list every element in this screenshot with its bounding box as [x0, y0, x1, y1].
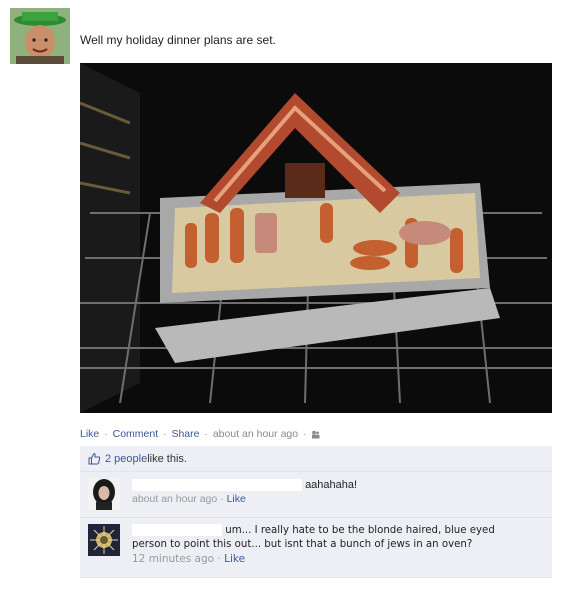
separator: · — [204, 428, 208, 440]
thumbs-up-icon — [88, 452, 101, 465]
comment-meta: about an hour ago · Like — [132, 492, 546, 506]
comment-text: aahahaha! — [305, 479, 358, 491]
poster-avatar[interactable] — [10, 8, 70, 64]
comment-link[interactable]: Comment — [113, 428, 159, 440]
comment-body: um... I really hate to be the blonde hai… — [132, 524, 546, 566]
commenter-avatar[interactable] — [88, 524, 120, 556]
likers-link[interactable]: 2 people — [105, 453, 147, 465]
comment-like-link[interactable]: Like — [224, 553, 245, 565]
comment-text-line2: person to point this out... but isnt tha… — [132, 539, 473, 550]
comment-time: 12 minutes ago — [132, 553, 215, 565]
separator: · — [220, 493, 224, 505]
post-timestamp[interactable]: about an hour ago — [213, 428, 298, 440]
share-link[interactable]: Share — [171, 428, 199, 440]
commenter-avatar[interactable] — [88, 478, 120, 510]
separator: · — [104, 428, 108, 440]
comment-meta: 12 minutes ago · Like — [132, 552, 546, 566]
likes-summary: 2 people like this. — [80, 446, 552, 472]
feedback-box: 2 people like this. aahahaha! about an h… — [80, 446, 552, 578]
comment-like-link[interactable]: Like — [227, 493, 246, 505]
status-text: Well my holiday dinner plans are set. — [80, 33, 276, 47]
separator: · — [303, 428, 307, 440]
comment-item: um... I really hate to be the blonde hai… — [80, 518, 552, 578]
friends-privacy-icon[interactable] — [311, 430, 320, 439]
comment-time: about an hour ago — [132, 493, 218, 505]
redacted-name — [132, 479, 302, 492]
separator: · — [163, 428, 167, 440]
post-actions: Like · Comment · Share · about an hour a… — [80, 428, 320, 440]
post-photo[interactable] — [80, 63, 552, 413]
comment-text-line1: um... I really hate to be the blonde hai… — [225, 525, 495, 536]
like-link[interactable]: Like — [80, 428, 99, 440]
redacted-name — [132, 524, 222, 536]
comment-item: aahahaha! about an hour ago · Like — [80, 472, 552, 518]
likes-suffix: like this. — [147, 452, 187, 465]
comment-body: aahahaha! about an hour ago · Like — [132, 478, 546, 506]
separator: · — [217, 553, 221, 565]
